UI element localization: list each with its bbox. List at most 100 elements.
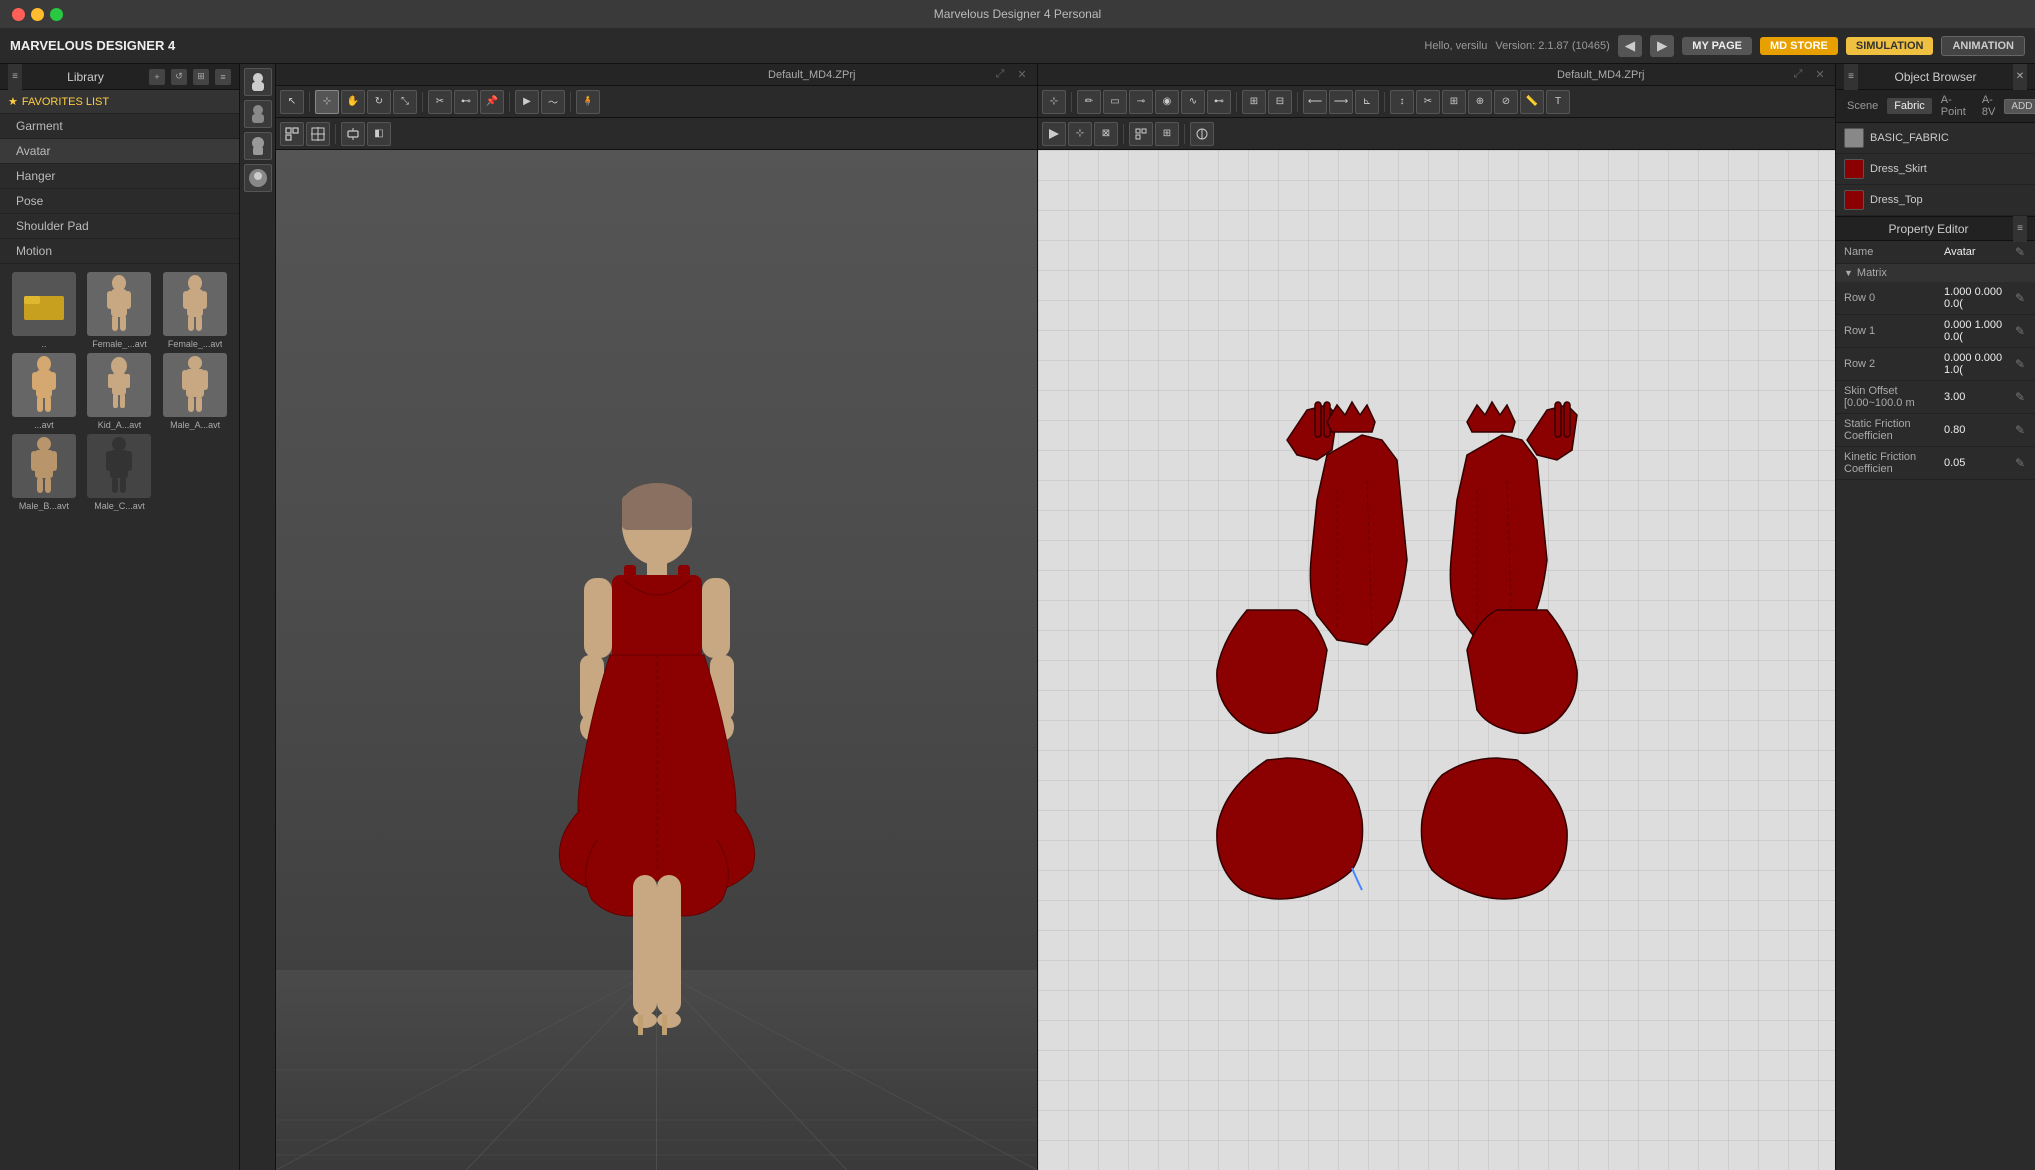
tool-move-btn[interactable]: ✋ bbox=[341, 90, 365, 114]
2d-tool-move-btn[interactable]: ↕ bbox=[1390, 90, 1414, 114]
list-item[interactable]: ...avt bbox=[8, 353, 80, 430]
view-mode-btn[interactable] bbox=[280, 122, 304, 146]
close-button[interactable] bbox=[12, 8, 25, 21]
2d-tool-copy-btn[interactable]: ⊕ bbox=[1468, 90, 1492, 114]
tool-scale-btn[interactable]: ⤡ bbox=[393, 90, 417, 114]
sidebar-item-pose[interactable]: Pose bbox=[0, 189, 239, 214]
minimize-button[interactable] bbox=[31, 8, 44, 21]
list-item[interactable]: .. bbox=[8, 272, 80, 349]
library-new-button[interactable]: + bbox=[149, 69, 165, 85]
tool-avatar-btn[interactable]: 🧍 bbox=[576, 90, 600, 114]
tool-segment-btn[interactable]: ✂ bbox=[428, 90, 452, 114]
prop-edit-static-friction-btn[interactable]: ✎ bbox=[2013, 423, 2027, 437]
obj-browser-collapse-btn[interactable]: ≡ bbox=[1844, 64, 1858, 90]
obj-browser-close-btn[interactable]: ✕ bbox=[2013, 64, 2027, 90]
maximize-button[interactable] bbox=[50, 8, 63, 21]
grid-btn[interactable] bbox=[306, 122, 330, 146]
tool-rotate-btn[interactable]: ↻ bbox=[367, 90, 391, 114]
2d-tool-pattern-btn[interactable]: ⊘ bbox=[1494, 90, 1518, 114]
prop-edit-kinetic-friction-btn[interactable]: ✎ bbox=[2013, 456, 2027, 470]
library-list-button[interactable]: ≡ bbox=[215, 69, 231, 85]
md-store-button[interactable]: MD STORE bbox=[1760, 37, 1838, 55]
2d-tool-transform-btn[interactable]: ⊹ bbox=[1042, 90, 1066, 114]
nav-next-button[interactable]: ▶ bbox=[1650, 35, 1674, 57]
my-page-button[interactable]: MY PAGE bbox=[1682, 37, 1752, 55]
sidebar-item-shoulder-pad[interactable]: Shoulder Pad bbox=[0, 214, 239, 239]
fabric-item-top[interactable]: Dress_Top bbox=[1836, 185, 2035, 216]
2d-tool-point-btn[interactable]: ◉ bbox=[1155, 90, 1179, 114]
add-fabric-button[interactable]: ADD bbox=[2004, 99, 2035, 114]
tool-sim-btn[interactable]: ▶ bbox=[515, 90, 539, 114]
2d-tool-rect-btn[interactable]: ▭ bbox=[1103, 90, 1127, 114]
nav-prev-button[interactable]: ◀ bbox=[1618, 35, 1642, 57]
simulation-button[interactable]: SIMULATION bbox=[1846, 37, 1934, 55]
viewport-2d[interactable] bbox=[1038, 150, 1835, 1170]
2d-tool-cut-btn[interactable]: ✂ bbox=[1416, 90, 1440, 114]
list-item[interactable]: Kid_A...avt bbox=[84, 353, 156, 430]
fabric-item-basic[interactable]: BASIC_FABRIC bbox=[1836, 123, 2035, 154]
2d-tool-trace-btn[interactable]: ⊾ bbox=[1355, 90, 1379, 114]
2d-tool-grading2-btn[interactable]: ⊟ bbox=[1268, 90, 1292, 114]
2d-tool-seam-btn[interactable]: ⊷ bbox=[1207, 90, 1231, 114]
tab-fabric[interactable]: Fabric bbox=[1887, 98, 1932, 114]
sidebar-item-garment[interactable]: Garment bbox=[0, 114, 239, 139]
prop-edit-skin-offset-btn[interactable]: ✎ bbox=[2013, 390, 2027, 404]
2d-arrange-btn[interactable] bbox=[1129, 122, 1153, 146]
sidebar-collapse-button[interactable]: ≡ bbox=[8, 64, 22, 90]
tool-pin-btn[interactable]: 📌 bbox=[480, 90, 504, 114]
avatar-view-btn-2[interactable] bbox=[244, 100, 272, 128]
2d-tool-segment-btn[interactable]: ⊸ bbox=[1129, 90, 1153, 114]
2d-tool-merge-btn[interactable]: ⊞ bbox=[1442, 90, 1466, 114]
tool-select-btn[interactable]: ↖ bbox=[280, 90, 304, 114]
2d-tool-fold-btn[interactable]: ⟵ bbox=[1303, 90, 1327, 114]
prop-edit-row1-btn[interactable]: ✎ bbox=[2013, 324, 2027, 338]
2d-tool-unfold-btn[interactable]: ⟶ bbox=[1329, 90, 1353, 114]
viewport-3d[interactable] bbox=[276, 150, 1037, 1170]
tool-wind-btn[interactable]: 〜 bbox=[541, 90, 565, 114]
prop-matrix-section[interactable]: ▼ Matrix bbox=[1836, 264, 2035, 282]
tab-a-8v[interactable]: A-8V bbox=[1975, 92, 2002, 120]
animation-button[interactable]: ANIMATION bbox=[1941, 36, 2025, 56]
avatar-view-btn-1[interactable] bbox=[244, 68, 272, 96]
separator bbox=[1297, 92, 1298, 112]
tool-select2-btn[interactable]: ⊹ bbox=[315, 90, 339, 114]
shading-btn[interactable]: ◧ bbox=[367, 122, 391, 146]
2d-zoom-btn[interactable]: ⊠ bbox=[1094, 122, 1118, 146]
prop-edit-name-btn[interactable]: ✎ bbox=[2013, 245, 2027, 259]
prop-editor-collapse-btn[interactable]: ≡ bbox=[2013, 216, 2027, 242]
avatar-view-btn-3[interactable] bbox=[244, 132, 272, 160]
2d-sim-btn[interactable] bbox=[1042, 122, 1066, 146]
2d-view-btn[interactable]: ⊹ bbox=[1068, 122, 1092, 146]
viewport-3d-close-btn[interactable]: ✕ bbox=[1015, 68, 1029, 82]
2d-grid-btn[interactable]: ⊞ bbox=[1155, 122, 1179, 146]
sidebar-item-hanger[interactable]: Hanger bbox=[0, 164, 239, 189]
2d-pattern-sim-btn[interactable] bbox=[1190, 122, 1214, 146]
list-item[interactable]: Female_...avt bbox=[159, 272, 231, 349]
sidebar-item-motion[interactable]: Motion bbox=[0, 239, 239, 264]
prop-edit-row0-btn[interactable]: ✎ bbox=[2013, 291, 2027, 305]
2d-tool-measure-btn[interactable]: 📏 bbox=[1520, 90, 1544, 114]
avatar-view-btn-4[interactable] bbox=[244, 164, 272, 192]
2d-tool-grading-btn[interactable]: ⊞ bbox=[1242, 90, 1266, 114]
viewport-3d-expand-btn[interactable]: ⤢ bbox=[993, 68, 1007, 82]
2d-tool-pen-btn[interactable]: ✏ bbox=[1077, 90, 1101, 114]
window-controls[interactable] bbox=[12, 8, 63, 21]
viewport-2d-expand-btn[interactable]: ⤢ bbox=[1791, 68, 1805, 82]
tab-scene[interactable]: Scene bbox=[1840, 98, 1885, 114]
prop-edit-row2-btn[interactable]: ✎ bbox=[2013, 357, 2027, 371]
viewport-2d-close-btn[interactable]: ✕ bbox=[1813, 68, 1827, 82]
arrange-btn[interactable] bbox=[341, 122, 365, 146]
library-grid-button[interactable]: ⊞ bbox=[193, 69, 209, 85]
object-browser-tabs: Scene Fabric A-Point A-8V ADD COPY bbox=[1836, 90, 2035, 123]
2d-tool-text-btn[interactable]: T bbox=[1546, 90, 1570, 114]
tab-a-point[interactable]: A-Point bbox=[1934, 92, 1973, 120]
library-refresh-button[interactable]: ↺ bbox=[171, 69, 187, 85]
list-item[interactable]: Male_C...avt bbox=[84, 434, 156, 511]
tool-seam-btn[interactable]: ⊷ bbox=[454, 90, 478, 114]
list-item[interactable]: Male_A...avt bbox=[159, 353, 231, 430]
sidebar-item-avatar[interactable]: Avatar bbox=[0, 139, 239, 164]
list-item[interactable]: Female_...avt bbox=[84, 272, 156, 349]
2d-tool-curve-btn[interactable]: ∿ bbox=[1181, 90, 1205, 114]
list-item[interactable]: Male_B...avt bbox=[8, 434, 80, 511]
fabric-item-skirt[interactable]: Dress_Skirt bbox=[1836, 154, 2035, 185]
